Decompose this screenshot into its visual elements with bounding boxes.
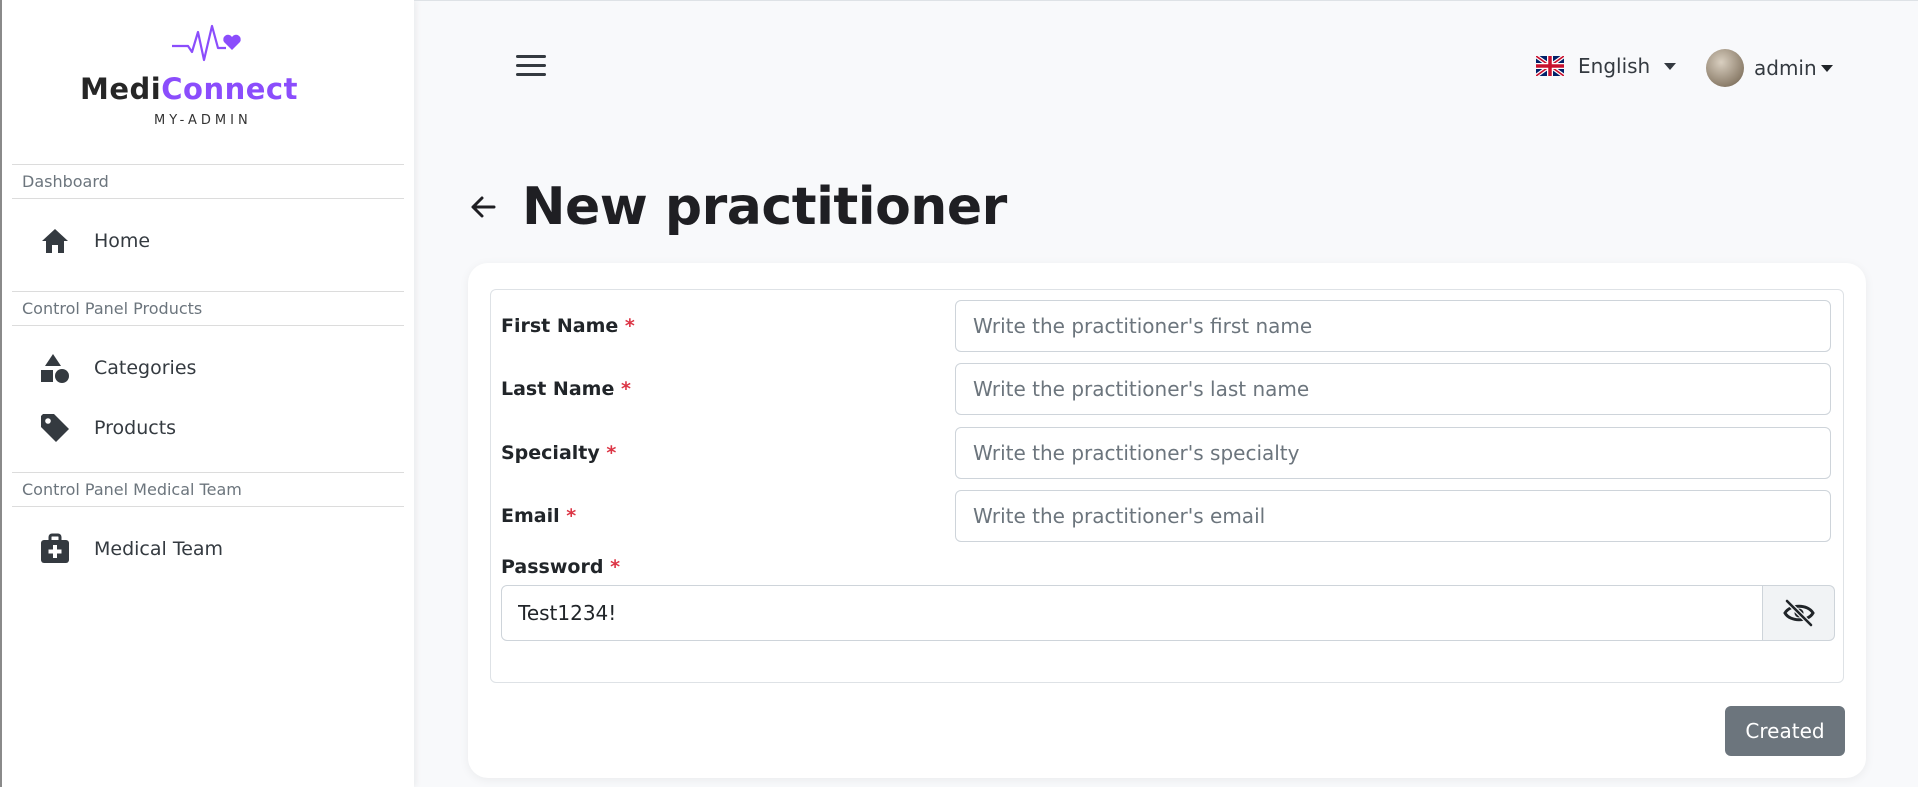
specialty-label-text: Specialty xyxy=(501,442,600,464)
home-icon xyxy=(38,224,72,258)
first-name-label: First Name * xyxy=(501,315,955,337)
avatar xyxy=(1706,49,1744,87)
required-mark: * xyxy=(610,556,620,578)
email-row: Email * xyxy=(501,490,1835,542)
email-input[interactable] xyxy=(955,490,1831,542)
menu-toggle-icon[interactable] xyxy=(516,55,546,79)
first-name-row: First Name * xyxy=(501,300,1835,352)
app: MediConnect MY-ADMIN Dashboard Home Cont… xyxy=(0,0,1918,787)
required-mark: * xyxy=(624,315,635,337)
password-visibility-toggle[interactable] xyxy=(1763,585,1835,641)
specialty-row: Specialty * xyxy=(501,427,1835,479)
form-card: First Name * Last Name * Specialty * Ema… xyxy=(468,263,1866,778)
email-label-text: Email xyxy=(501,505,560,527)
page-header: New practitioner xyxy=(468,177,1007,237)
back-arrow-icon[interactable] xyxy=(468,192,498,222)
main-content: English admin New practitioner First Nam… xyxy=(414,0,1918,787)
sidebar-item-label: Products xyxy=(94,417,177,439)
required-mark: * xyxy=(606,442,617,464)
tag-icon xyxy=(38,411,72,445)
nav-group-medical-team: Medical Team xyxy=(2,507,414,593)
sidebar-item-categories[interactable]: Categories xyxy=(2,338,414,398)
brand-name-part2: Connect xyxy=(161,72,298,106)
last-name-label: Last Name * xyxy=(501,378,955,400)
password-label: Password * xyxy=(501,556,620,578)
chevron-down-icon xyxy=(1664,62,1677,70)
create-button[interactable]: Created xyxy=(1725,706,1845,756)
password-input[interactable] xyxy=(501,585,1763,641)
sidebar-item-medical-team[interactable]: Medical Team xyxy=(2,519,414,579)
sidebar-item-home[interactable]: Home xyxy=(2,211,414,271)
email-label: Email * xyxy=(501,505,955,527)
sidebar-section-products: Control Panel Products xyxy=(12,291,404,326)
form-fields-panel: First Name * Last Name * Specialty * Ema… xyxy=(490,289,1844,683)
sidebar-item-label: Medical Team xyxy=(94,538,224,560)
shapes-icon xyxy=(38,351,72,385)
brand-subtitle: MY-ADMIN xyxy=(154,113,252,128)
first-name-label-text: First Name xyxy=(501,315,619,337)
sidebar-section-medical-team: Control Panel Medical Team xyxy=(12,472,404,507)
last-name-label-text: Last Name xyxy=(501,378,615,400)
brand-logo[interactable]: MediConnect MY-ADMIN xyxy=(2,0,414,164)
required-mark: * xyxy=(620,378,631,400)
nav-group-dashboard: Home xyxy=(2,199,414,291)
page-title: New practitioner xyxy=(522,177,1007,237)
specialty-label: Specialty * xyxy=(501,442,955,464)
user-menu[interactable]: admin xyxy=(1706,49,1833,87)
first-name-input[interactable] xyxy=(955,300,1831,352)
last-name-row: Last Name * xyxy=(501,363,1835,415)
sidebar-item-label: Home xyxy=(94,230,151,252)
password-label-text: Password xyxy=(501,556,604,578)
medkit-icon xyxy=(38,532,72,566)
sidebar: MediConnect MY-ADMIN Dashboard Home Cont… xyxy=(0,0,414,787)
sidebar-item-label: Categories xyxy=(94,357,197,379)
required-mark: * xyxy=(566,505,577,527)
sidebar-section-dashboard: Dashboard xyxy=(12,164,404,199)
eye-slash-icon xyxy=(1782,599,1815,627)
language-selector[interactable]: English xyxy=(1536,54,1677,78)
password-input-group xyxy=(501,585,1835,641)
user-name: admin xyxy=(1754,56,1817,80)
language-label: English xyxy=(1578,54,1651,78)
nav-group-products: Categories Products xyxy=(2,326,414,472)
sidebar-item-products[interactable]: Products xyxy=(2,398,414,458)
brand-name-part1: Medi xyxy=(80,72,162,106)
brand-name: MediConnect xyxy=(80,72,298,106)
heartbeat-logo-icon xyxy=(172,24,241,62)
specialty-input[interactable] xyxy=(955,427,1831,479)
chevron-down-icon xyxy=(1820,64,1833,72)
last-name-input[interactable] xyxy=(955,363,1831,415)
uk-flag-icon xyxy=(1536,56,1564,76)
